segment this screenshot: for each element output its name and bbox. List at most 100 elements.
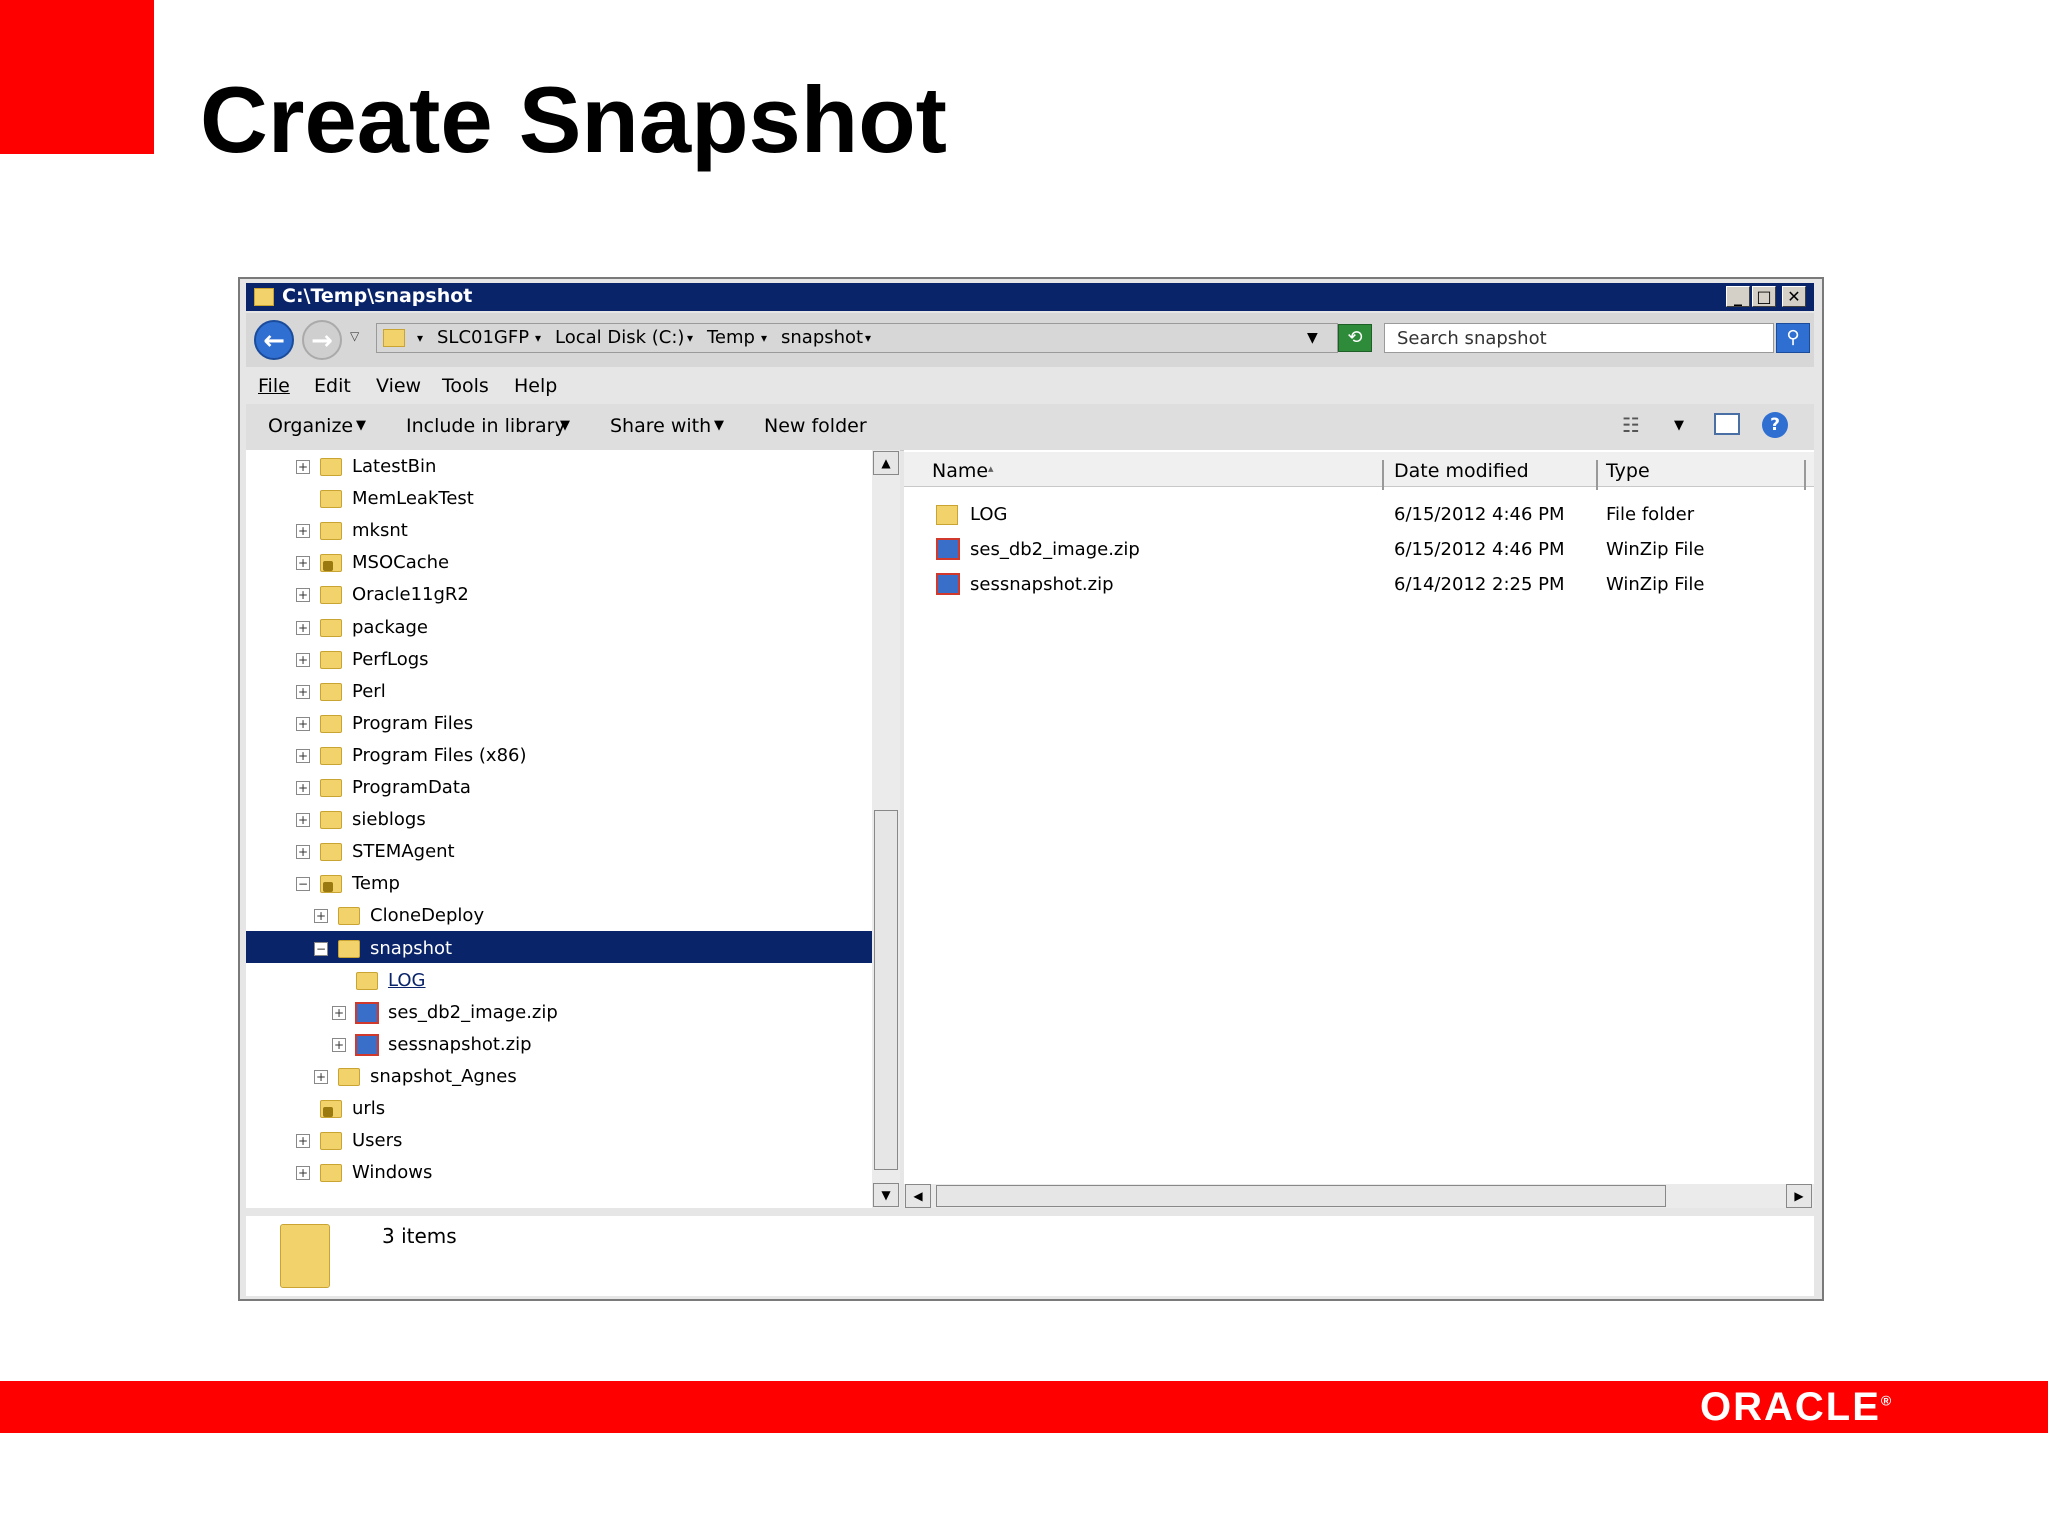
expand-icon[interactable]: + <box>296 1134 310 1148</box>
expand-icon[interactable]: + <box>314 1070 328 1084</box>
new-folder-button[interactable]: New folder <box>764 415 867 437</box>
share-with-button[interactable]: Share with <box>610 415 711 437</box>
file-row[interactable]: ses_db2_image.zip 6/15/2012 4:46 PM WinZ… <box>904 533 1814 567</box>
chevron-down-icon[interactable]: ▾ <box>865 331 871 345</box>
expand-icon[interactable]: + <box>296 717 310 731</box>
breadcrumb-segment[interactable]: SLC01GFP <box>437 327 529 348</box>
tree-item[interactable]: + ses_db2_image.zip <box>246 998 872 1028</box>
tree-item[interactable]: + mksnt <box>246 516 872 546</box>
address-dropdown-icon[interactable]: ▼ <box>1307 330 1318 346</box>
column-header-date-modified[interactable]: Date modified <box>1394 460 1529 482</box>
column-divider[interactable] <box>1596 460 1598 490</box>
tree-item[interactable]: + Program Files <box>246 709 872 739</box>
expand-icon[interactable]: + <box>296 524 310 538</box>
tree-item[interactable]: + Oracle11gR2 <box>246 580 872 610</box>
file-name: sessnapshot.zip <box>970 574 1114 595</box>
breadcrumb-segment[interactable]: Local Disk (C:) <box>555 327 684 348</box>
tree-item[interactable]: + Windows <box>246 1158 872 1188</box>
tree-item[interactable]: + package <box>246 613 872 643</box>
chevron-down-icon[interactable]: ▾ <box>761 331 767 345</box>
chevron-down-icon[interactable]: ▾ <box>535 331 541 345</box>
expand-icon[interactable]: + <box>296 845 310 859</box>
scroll-right-button[interactable]: ▶ <box>1786 1184 1812 1208</box>
recent-pages-chevron-icon[interactable]: ▽ <box>350 329 359 343</box>
collapse-icon[interactable]: − <box>314 942 328 956</box>
tree-item[interactable]: urls <box>246 1094 872 1124</box>
maximize-button[interactable]: □ <box>1752 286 1776 307</box>
menu-help[interactable]: Help <box>514 375 557 397</box>
expand-icon[interactable]: + <box>296 749 310 763</box>
view-options-icon[interactable]: ☷ <box>1622 413 1640 437</box>
horizontal-scroll-thumb[interactable] <box>936 1185 1666 1207</box>
help-icon[interactable]: ? <box>1762 412 1788 438</box>
expand-icon[interactable]: + <box>296 556 310 570</box>
tree-item[interactable]: − snapshot <box>246 934 872 964</box>
organize-button[interactable]: Organize <box>268 415 353 437</box>
vertical-scroll-thumb[interactable] <box>874 810 898 1170</box>
chevron-down-icon[interactable]: ▾ <box>417 331 423 345</box>
tree-item[interactable]: + Users <box>246 1126 872 1156</box>
chevron-down-icon[interactable]: ▼ <box>560 418 570 433</box>
menu-edit[interactable]: Edit <box>314 375 351 397</box>
collapse-icon[interactable]: − <box>296 877 310 891</box>
chevron-down-icon[interactable]: ▼ <box>714 418 724 433</box>
chevron-down-icon[interactable]: ▼ <box>1674 418 1684 433</box>
file-row[interactable]: sessnapshot.zip 6/14/2012 2:25 PM WinZip… <box>904 568 1814 602</box>
tree-item[interactable]: + sieblogs <box>246 805 872 835</box>
window-titlebar[interactable]: C:\Temp\snapshot _ □ ✕ <box>246 283 1814 311</box>
expand-icon[interactable]: + <box>296 685 310 699</box>
chevron-down-icon[interactable]: ▼ <box>356 418 366 433</box>
expand-icon[interactable]: + <box>296 460 310 474</box>
menu-file[interactable]: File <box>258 375 290 397</box>
menu-tools[interactable]: Tools <box>442 375 489 397</box>
minimize-button[interactable]: _ <box>1726 286 1750 307</box>
tree-item[interactable]: + CloneDeploy <box>246 901 872 931</box>
expand-icon[interactable]: + <box>296 813 310 827</box>
expand-icon[interactable]: + <box>296 1166 310 1180</box>
close-button[interactable]: ✕ <box>1782 286 1806 307</box>
file-type: WinZip File <box>1606 574 1705 595</box>
horizontal-scrollbar[interactable]: ◀ ▶ <box>904 1184 1814 1208</box>
tree-item[interactable]: + LatestBin <box>246 452 872 482</box>
tree-item[interactable]: + Program Files (x86) <box>246 741 872 771</box>
tree-item[interactable]: MemLeakTest <box>246 484 872 514</box>
tree-item[interactable]: + snapshot_Agnes <box>246 1062 872 1092</box>
tree-item[interactable]: + PerfLogs <box>246 645 872 675</box>
tree-item[interactable]: + sessnapshot.zip <box>246 1030 872 1060</box>
tree-item[interactable]: + ProgramData <box>246 773 872 803</box>
expand-icon[interactable]: + <box>296 588 310 602</box>
scroll-down-button[interactable]: ▼ <box>873 1183 899 1207</box>
tree-item[interactable]: LOG <box>246 966 872 996</box>
chevron-down-icon[interactable]: ▾ <box>687 331 693 345</box>
expand-icon[interactable]: + <box>296 621 310 635</box>
column-divider[interactable] <box>1382 460 1384 490</box>
column-divider[interactable] <box>1804 460 1806 490</box>
file-list[interactable]: Name ▴ Date modified Type LOG 6/15/2012 … <box>904 450 1814 1186</box>
expand-icon[interactable]: + <box>314 909 328 923</box>
vertical-scrollbar[interactable]: ▲ ▼ <box>872 450 900 1208</box>
breadcrumb-segment[interactable]: Temp <box>707 327 755 348</box>
expand-icon[interactable]: + <box>332 1038 346 1052</box>
scroll-up-button[interactable]: ▲ <box>873 451 899 475</box>
expand-icon[interactable]: + <box>296 653 310 667</box>
address-bar[interactable]: ▾ SLC01GFP ▾ Local Disk (C:) ▾ Temp ▾ sn… <box>376 323 1338 353</box>
forward-arrow-icon[interactable]: → <box>302 320 342 360</box>
column-header-type[interactable]: Type <box>1606 460 1650 482</box>
breadcrumb-segment[interactable]: snapshot <box>781 327 863 348</box>
back-arrow-icon[interactable]: ← <box>254 320 294 360</box>
tree-item[interactable]: + MSOCache <box>246 548 872 578</box>
tree-item[interactable]: − Temp <box>246 869 872 899</box>
refresh-icon[interactable]: ⟲ <box>1338 324 1372 352</box>
file-row[interactable]: LOG 6/15/2012 4:46 PM File folder <box>904 498 1814 532</box>
search-input[interactable]: Search snapshot <box>1384 323 1774 353</box>
include-in-library-button[interactable]: Include in library <box>406 415 566 437</box>
menu-view[interactable]: View <box>376 375 421 397</box>
preview-pane-icon[interactable] <box>1714 413 1740 435</box>
search-icon[interactable]: ⚲ <box>1776 323 1810 353</box>
tree-item[interactable]: + Perl <box>246 677 872 707</box>
expand-icon[interactable]: + <box>296 781 310 795</box>
scroll-left-button[interactable]: ◀ <box>905 1184 931 1208</box>
column-header-name[interactable]: Name <box>932 460 988 482</box>
expand-icon[interactable]: + <box>332 1006 346 1020</box>
tree-item[interactable]: + STEMAgent <box>246 837 872 867</box>
